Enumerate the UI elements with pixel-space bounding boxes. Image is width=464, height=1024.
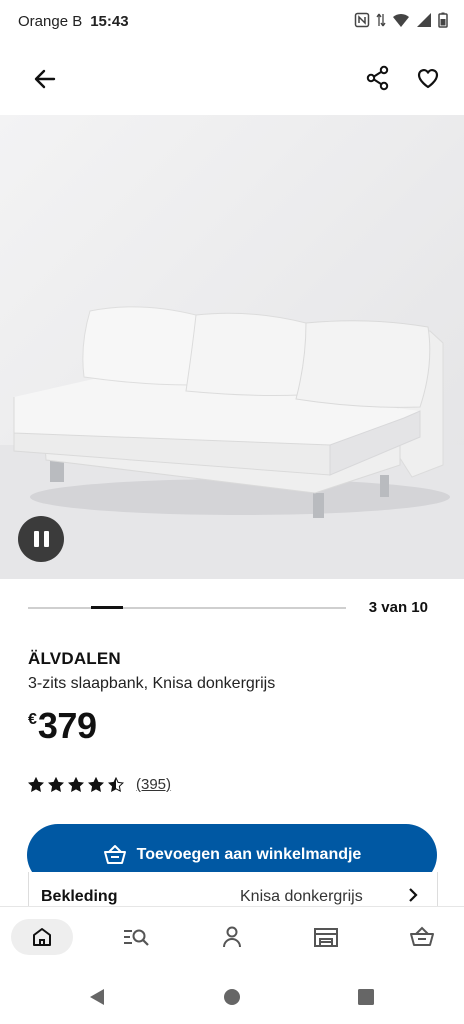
data-arrows-icon: [376, 13, 386, 27]
battery-icon: [438, 12, 448, 28]
star-full-icon: [88, 776, 104, 792]
heart-icon: [417, 69, 439, 89]
system-navigation-bar: [0, 968, 464, 1024]
review-count-link[interactable]: (395): [136, 776, 171, 793]
carousel-position: [91, 606, 123, 609]
home-icon: [33, 928, 51, 946]
arrow-left-icon: [34, 69, 56, 89]
carousel-track: [28, 607, 346, 609]
wifi-icon: [393, 13, 409, 27]
nav-stores[interactable]: [300, 919, 352, 955]
option-label: Bekleding: [41, 888, 118, 905]
product-name: ÄLVDALEN: [28, 649, 121, 668]
nav-search[interactable]: [110, 919, 162, 955]
system-home-icon[interactable]: [223, 988, 241, 1006]
price-amount: 379: [37, 705, 97, 746]
price-currency: €: [28, 711, 37, 728]
product-price: € 379: [28, 705, 97, 746]
star-full-icon: [48, 776, 64, 792]
product-image[interactable]: [0, 115, 464, 579]
nav-basket[interactable]: [396, 919, 448, 955]
image-counter: 3 van 10: [368, 599, 428, 616]
nav-profile[interactable]: [206, 919, 258, 955]
basket-icon: [103, 845, 126, 864]
sofa-bed-illustration: [0, 115, 464, 579]
rating-stars: [28, 776, 124, 793]
add-to-cart-label: Toevoegen aan winkelmandje: [136, 846, 362, 863]
pause-icon: [33, 531, 39, 547]
status-icons: [354, 12, 448, 28]
star-full-icon: [68, 776, 84, 792]
product-rating[interactable]: (395): [28, 776, 171, 793]
star-half-icon: [108, 776, 124, 792]
status-time: 15:43: [90, 13, 129, 30]
profile-icon: [223, 926, 241, 948]
upholstery-option-row[interactable]: Bekleding Knisa donkergrijs: [28, 872, 438, 906]
favorite-button[interactable]: [414, 64, 442, 92]
bottom-navigation: [0, 906, 464, 969]
basket-nav-icon: [410, 926, 434, 946]
status-bar: Orange B 15:43: [0, 0, 464, 44]
share-button[interactable]: [364, 64, 392, 92]
image-carousel-indicator: 3 van 10: [28, 596, 438, 620]
search-list-icon: [124, 929, 149, 946]
chevron-right-icon: [409, 888, 418, 902]
carrier-name: Orange B: [18, 13, 83, 30]
nav-home[interactable]: [11, 919, 73, 955]
signal-icon: [417, 13, 431, 27]
pause-button[interactable]: [18, 516, 64, 562]
back-button[interactable]: [30, 64, 60, 94]
nfc-icon: [354, 12, 370, 28]
product-description: 3-zits slaapbank, Knisa donkergrijs: [28, 675, 276, 692]
top-bar: [0, 52, 464, 104]
system-back-icon[interactable]: [88, 988, 106, 1006]
star-full-icon: [28, 776, 44, 792]
share-icon: [366, 65, 389, 91]
option-value: Knisa donkergrijs: [240, 888, 363, 905]
system-recents-icon[interactable]: [357, 988, 375, 1006]
store-icon: [314, 928, 338, 947]
